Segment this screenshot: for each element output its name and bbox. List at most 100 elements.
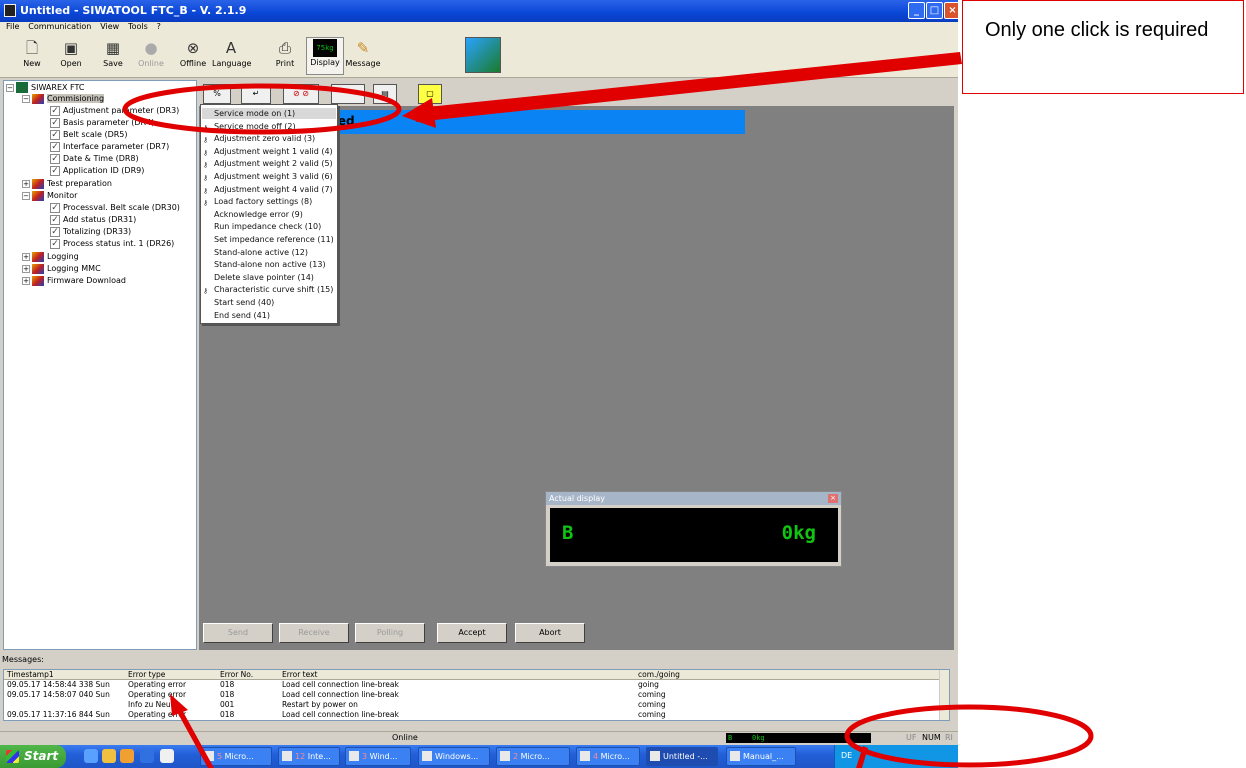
stop-button[interactable]: ⊘ ⊘ <box>283 84 319 104</box>
tree-monitor[interactable]: − Monitor <box>22 190 77 202</box>
column-header[interactable]: Error text <box>282 670 317 680</box>
dropdown-item[interactable]: ⚷ Adjustment weight 4 valid (7) <box>202 184 336 195</box>
dropdown-item-label: Acknowledge error (9) <box>214 209 303 219</box>
key-icon: ⚷ <box>203 186 209 195</box>
column-header[interactable]: com./going <box>638 670 680 680</box>
dropdown-item[interactable]: Delete slave pointer (14) <box>202 272 336 283</box>
quicklaunch-icon[interactable] <box>120 749 134 763</box>
dropdown-item[interactable]: Set impedance reference (11) <box>202 234 336 245</box>
menu-view[interactable]: View <box>100 22 119 31</box>
quicklaunch-icon[interactable] <box>84 749 98 763</box>
tree-commissioning[interactable]: − Commisioning <box>22 93 105 105</box>
tree-item-dr9[interactable]: ✓ Application ID (DR9) <box>50 165 144 177</box>
taskbar-button[interactable]: Untitled -... <box>646 747 718 766</box>
expand-icon[interactable]: + <box>22 264 30 273</box>
page-button[interactable]: ▤ <box>373 84 397 104</box>
tree-logging-mmc[interactable]: + Logging MMC <box>22 263 101 275</box>
taskbar-button[interactable]: Manual_... <box>726 747 796 766</box>
new-button[interactable]: 🗋 New <box>13 37 51 75</box>
tree-test-preparation[interactable]: + Test preparation <box>22 178 112 190</box>
tree-logging[interactable]: + Logging <box>22 251 79 263</box>
offline-button[interactable]: ⊗ Offline <box>174 37 212 75</box>
dropdown-item[interactable]: Acknowledge error (9) <box>202 209 336 220</box>
taskbar-button[interactable]: 12 Inte... <box>278 747 340 766</box>
expand-icon[interactable]: + <box>22 252 30 261</box>
table-row[interactable]: 09.05.17 14:58:07 040 Sun Operating error… <box>4 690 941 700</box>
dropdown-item[interactable]: ⚷ Load factory settings (8) <box>202 196 336 207</box>
table-row[interactable]: 09.05.17 14:58:44 338 Sun Operating error… <box>4 680 941 690</box>
open-button[interactable]: ▣ Open <box>52 37 90 75</box>
dropdown-item[interactable]: Stand-alone non active (13) <box>202 259 336 270</box>
tree-item-dr4[interactable]: ✓ Basis parameter (DR4) <box>50 117 154 129</box>
quicklaunch-icon[interactable] <box>102 749 116 763</box>
polling-button[interactable]: Polling <box>355 623 425 643</box>
collapse-icon[interactable]: − <box>22 94 30 103</box>
close-button[interactable]: × <box>944 2 958 19</box>
dropdown-item[interactable]: Stand-alone active (12) <box>202 247 336 258</box>
online-button[interactable]: ● Online <box>132 37 170 75</box>
dropdown-item[interactable]: Run impedance check (10) <box>202 221 336 232</box>
dropdown-item[interactable]: Start send (40) <box>202 297 336 308</box>
close-icon[interactable]: × <box>828 494 838 503</box>
collapse-icon[interactable]: − <box>6 83 14 92</box>
expand-icon[interactable]: + <box>22 276 30 285</box>
tree-item-dr26[interactable]: ✓ Process status int. 1 (DR26) <box>50 238 174 250</box>
dropdown-item[interactable]: ⚷ Adjustment weight 2 valid (5) <box>202 158 336 169</box>
taskbar-button[interactable]: 3 Wind... <box>345 747 411 766</box>
accept-button[interactable]: Accept <box>437 623 507 643</box>
column-header[interactable]: Timestamp1 <box>7 670 54 680</box>
column-header[interactable]: Error No. <box>220 670 253 680</box>
dropdown-item[interactable]: ⚷ Characteristic curve shift (15) <box>202 284 336 295</box>
quicklaunch-icon[interactable] <box>160 749 174 763</box>
tree-item-dr7[interactable]: ✓ Interface parameter (DR7) <box>50 141 169 153</box>
dropdown-item[interactable]: ⚷ Adjustment zero valid (3) <box>202 133 336 144</box>
send-button[interactable]: Send <box>203 623 273 643</box>
taskbar-button[interactable]: Windows... <box>418 747 490 766</box>
dropdown-item[interactable]: ⚷ Adjustment weight 1 valid (4) <box>202 146 336 157</box>
taskbar-button[interactable]: 2 Micro... <box>496 747 570 766</box>
maximize-button[interactable]: □ <box>926 2 943 19</box>
start-button[interactable]: Start <box>0 745 66 768</box>
print-button[interactable]: ⎙ Print <box>266 37 304 75</box>
vertical-scrollbar[interactable] <box>939 670 949 720</box>
display-button[interactable]: 75kg Display <box>306 37 344 75</box>
dropdown-item[interactable]: ⚷ Adjustment weight 3 valid (6) <box>202 171 336 182</box>
dropdown-item-label: Delete slave pointer (14) <box>214 272 314 282</box>
save-button[interactable]: ▦ Save <box>94 37 132 75</box>
menu-tools[interactable]: Tools <box>128 22 148 31</box>
collapse-icon[interactable]: − <box>22 191 30 200</box>
tree-item-dr33[interactable]: ✓ Totalizing (DR33) <box>50 226 131 238</box>
tree-firmware-download[interactable]: + Firmware Download <box>22 275 126 287</box>
menu-communication[interactable]: Communication <box>28 22 91 31</box>
dropdown-item[interactable]: End send (41) <box>202 310 336 321</box>
tree-item-dr30[interactable]: ✓ Processval. Belt scale (DR30) <box>50 202 180 214</box>
expand-icon[interactable]: + <box>22 179 30 188</box>
note-button[interactable]: ▢ <box>418 84 442 104</box>
application-icon <box>422 751 432 761</box>
tree-item-dr31[interactable]: ✓ Add status (DR31) <box>50 214 136 226</box>
quicklaunch-icon[interactable] <box>140 749 154 763</box>
taskbar-button[interactable]: 4 Micro... <box>576 747 640 766</box>
column-header[interactable]: Error type <box>128 670 165 680</box>
dropdown-item[interactable]: Service mode on (1) <box>202 108 336 119</box>
menu-file[interactable]: File <box>6 22 19 31</box>
table-row[interactable]: Info zu Neuan 001 Restart by power on comin… <box>4 700 941 710</box>
table-row[interactable]: 09.05.17 11:37:16 844 Sun Operating error… <box>4 710 941 720</box>
application-icon <box>730 751 740 761</box>
blank-button[interactable] <box>331 84 365 104</box>
minimize-button[interactable]: _ <box>908 2 925 19</box>
tree-item-dr3[interactable]: ✓ Adjustment parameter (DR3) <box>50 105 179 117</box>
abort-button[interactable]: Abort <box>515 623 585 643</box>
tree-item-dr5[interactable]: ✓ Belt scale (DR5) <box>50 129 128 141</box>
taskbar-button[interactable]: 5 Micro... <box>200 747 272 766</box>
message-button[interactable]: ✎ Message <box>344 37 382 75</box>
tree-item-dr8[interactable]: ✓ Date & Time (DR8) <box>50 153 139 165</box>
command-menu-button[interactable]: % <box>203 84 231 104</box>
language-button[interactable]: A Language <box>212 37 251 75</box>
menu-help[interactable]: ? <box>157 22 161 31</box>
actual-display-window[interactable]: Actual display × B 0kg <box>545 491 842 567</box>
dropdown-item[interactable]: ⚷ Service mode off (2) <box>202 121 336 132</box>
messages-table: Timestamp1 Error type Error No. Error te… <box>3 669 950 721</box>
send-command-button[interactable]: ↵ <box>241 84 271 104</box>
receive-button[interactable]: Receive <box>279 623 349 643</box>
